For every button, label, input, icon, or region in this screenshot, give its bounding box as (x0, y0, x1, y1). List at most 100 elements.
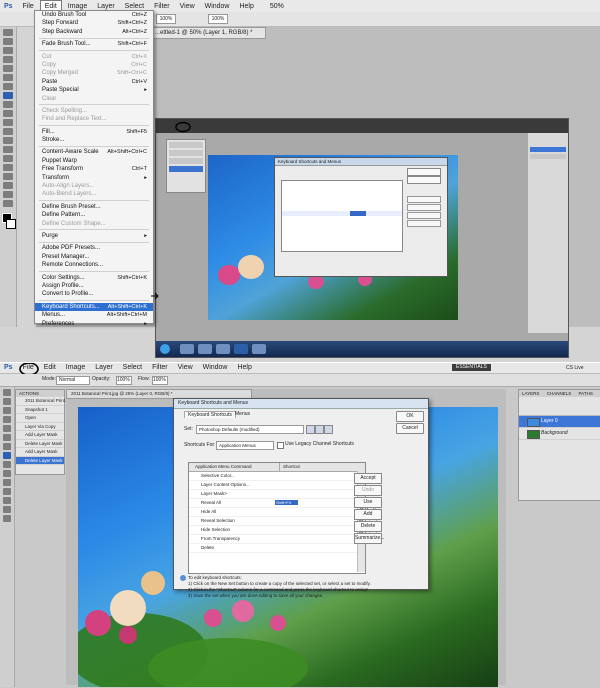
eyedropper-tool-icon[interactable] (3, 434, 11, 441)
lasso-tool-icon[interactable] (3, 47, 13, 54)
add-shortcut-button[interactable]: Add Shortcut (354, 509, 382, 526)
start-button-icon[interactable] (160, 344, 170, 354)
save-set-icon[interactable] (306, 425, 315, 434)
type-tool-icon[interactable] (3, 497, 11, 504)
edit-menu-item[interactable]: Transform ▸ (35, 174, 153, 182)
new-set-icon[interactable] (315, 425, 324, 434)
command-row[interactable]: Delete (189, 544, 365, 553)
eraser-tool-icon[interactable] (3, 470, 11, 477)
edit-menu-item[interactable]: Adobe PDF Presets... (35, 244, 153, 252)
edit-menu-item[interactable]: Copy Merged Shift+Ctrl+C (35, 69, 153, 77)
menu-edit-2[interactable]: Edit (40, 363, 60, 373)
path-select-tool-icon[interactable] (3, 173, 13, 180)
crop-tool-icon[interactable] (3, 425, 11, 432)
pen-tool-icon[interactable] (3, 155, 13, 162)
edit-menu-item[interactable]: Auto-Align Layers... (35, 182, 153, 190)
hand-tool-icon[interactable] (3, 191, 13, 198)
command-row[interactable]: Layer Mask> (189, 490, 365, 499)
menu-view-2[interactable]: View (174, 363, 197, 373)
history-brush-icon[interactable] (3, 110, 13, 117)
edit-menu-item[interactable]: Define Pattern... (35, 211, 153, 219)
action-row[interactable]: Delete Layer Mask (16, 456, 64, 465)
action-row[interactable]: Layer Via Copy (16, 423, 64, 431)
move-tool-icon[interactable] (3, 29, 13, 36)
healing-tool-icon[interactable] (3, 443, 11, 450)
edit-menu-item[interactable]: Remote Connections... (35, 261, 153, 269)
delete-shortcut-button[interactable]: Delete Shortcut (354, 521, 382, 538)
edit-menu-item[interactable]: Paste Ctrl+V (35, 78, 153, 86)
taskbar-ie-icon[interactable] (180, 344, 194, 354)
layer-row[interactable]: Background (519, 428, 600, 440)
edit-menu-item[interactable]: Step Forward Shift+Ctrl+Z (35, 19, 153, 27)
cs-live-button[interactable]: CS Live (566, 364, 584, 372)
action-row[interactable]: Add Layer Mask (16, 431, 64, 440)
shortcuts-for-select[interactable]: Application Menus (216, 441, 274, 450)
command-row[interactable]: Selective Color... (189, 472, 365, 481)
action-row[interactable]: Delete Layer Mask (16, 440, 64, 448)
command-row[interactable]: Reveal Selection (189, 517, 365, 526)
edit-menu-item[interactable]: Preferences ▸ (35, 320, 153, 328)
zoom-tool-icon[interactable] (3, 200, 13, 207)
workspace-switcher[interactable]: ESSENTIALS (452, 364, 491, 371)
edit-menu-item[interactable]: Cut Ctrl+X (35, 53, 153, 61)
taskbar-media-icon[interactable] (216, 344, 230, 354)
action-row[interactable]: Add Layer Mask (16, 448, 64, 457)
taskbar-explorer-icon[interactable] (198, 344, 212, 354)
type-tool-icon[interactable] (3, 164, 13, 171)
edit-menu-item[interactable]: Content-Aware Scale Alt+Shift+Ctrl+C (35, 148, 153, 156)
document-tab[interactable]: ...ettled-1 @ 50% (Layer 1, RGB/8) * (150, 27, 266, 39)
summarize-button[interactable]: Summarize... (354, 533, 384, 544)
edit-menu-item[interactable]: Free Transform Ctrl+T (35, 165, 153, 173)
legacy-checkbox[interactable] (277, 442, 284, 449)
cancel-button[interactable]: Cancel (396, 423, 424, 434)
action-row[interactable]: 2011 Botanical Print.psd (16, 397, 73, 406)
taskbar-photoshop-icon[interactable] (234, 344, 248, 354)
stamp-tool-icon[interactable] (3, 461, 11, 468)
taskbar-app-icon[interactable] (252, 344, 266, 354)
undo-button[interactable]: Undo (354, 485, 382, 496)
layer-row[interactable]: Layer 0 (519, 416, 600, 428)
edit-menu-item[interactable]: Check Spelling... (35, 107, 153, 115)
edit-menu-item[interactable]: Convert to Profile... (35, 290, 153, 298)
flow-field[interactable]: 100% (208, 14, 228, 24)
mode-select[interactable]: Normal (56, 376, 90, 385)
menu-select-2[interactable]: Select (119, 363, 146, 373)
edit-menu-item[interactable]: Fill... Shift+F5 (35, 128, 153, 136)
edit-menu-item[interactable]: Menus... Alt+Shift+Ctrl+M (35, 311, 153, 319)
tab-paths[interactable]: PATHS (575, 391, 595, 396)
eyedropper-tool-icon[interactable] (3, 74, 13, 81)
menu-help-2[interactable]: Help (233, 363, 255, 373)
crop-tool-icon[interactable] (3, 65, 13, 72)
edit-menu-item[interactable]: Purge ▸ (35, 232, 153, 240)
gradient-tool-icon[interactable] (3, 479, 11, 486)
shape-tool-icon[interactable] (3, 182, 13, 189)
zoom-tool-icon[interactable] (3, 515, 11, 522)
command-row[interactable]: Reveal All Shift+F4 (189, 499, 365, 508)
command-row[interactable]: Hide Selection (189, 526, 365, 535)
stamp-tool-icon[interactable] (3, 101, 13, 108)
flow-field-2[interactable]: 100% (152, 376, 168, 385)
hand-tool-icon[interactable] (3, 506, 11, 513)
opacity-field-2[interactable]: 100% (116, 376, 132, 385)
edit-menu-item[interactable]: Auto-Blend Layers... (35, 190, 153, 198)
tab-keyboard-shortcuts[interactable]: Keyboard Shortcuts (184, 411, 236, 418)
quick-select-tool-icon[interactable] (3, 416, 11, 423)
command-row[interactable]: Hide All (189, 508, 365, 517)
lasso-tool-icon[interactable] (3, 407, 11, 414)
brush-tool-icon[interactable] (3, 92, 13, 99)
eraser-tool-icon[interactable] (3, 119, 13, 126)
tab-menus[interactable]: Menus (232, 411, 253, 417)
move-tool-icon[interactable] (3, 389, 11, 396)
menu-image-2[interactable]: Image (62, 363, 89, 373)
tab-layers[interactable]: LAYERS (519, 391, 542, 396)
menu-filter-2[interactable]: Filter (148, 363, 172, 373)
pen-tool-icon[interactable] (3, 488, 11, 495)
edit-menu-item[interactable]: Stroke... (35, 136, 153, 144)
background-color-swatch[interactable] (6, 219, 16, 229)
command-row[interactable]: Layer Content Options... (189, 481, 365, 490)
quick-select-tool-icon[interactable] (3, 56, 13, 63)
set-select[interactable]: Photoshop Defaults (modified) (196, 425, 304, 434)
menu-window-2[interactable]: Window (199, 363, 232, 373)
edit-menu-item[interactable]: Define Custom Shape... (35, 220, 153, 228)
delete-set-icon[interactable] (324, 425, 333, 434)
